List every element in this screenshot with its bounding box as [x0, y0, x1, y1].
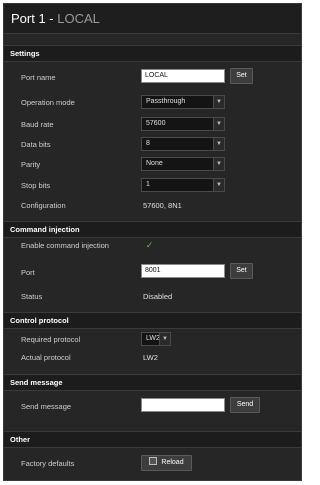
select-value: LW2: [146, 335, 160, 342]
status-value: Disabled: [143, 292, 173, 301]
operation-mode-label: Operation mode: [21, 98, 75, 107]
data-bits-select[interactable]: 8 ▼: [141, 137, 225, 151]
send-message-input[interactable]: [141, 398, 225, 412]
enable-command-injection-checkbox[interactable]: ✓: [145, 241, 154, 250]
chevron-down-icon: ▼: [159, 333, 170, 345]
chevron-down-icon: ▼: [213, 158, 224, 170]
status-label: Status: [21, 292, 43, 301]
chevron-down-icon: ▼: [213, 96, 224, 108]
select-value: Passthrough: [146, 98, 186, 105]
chevron-down-icon: ▼: [213, 118, 224, 130]
stop-bits-label: Stop bits: [21, 181, 51, 190]
port-name-label: Port name: [21, 73, 56, 82]
section-title: Command injection: [10, 225, 80, 234]
operation-mode-select[interactable]: Passthrough ▼: [141, 95, 225, 109]
injection-port-set-button[interactable]: Set: [230, 263, 253, 279]
select-value: 8: [146, 140, 150, 147]
injection-port-input[interactable]: 8001: [141, 264, 225, 278]
parity-select[interactable]: None ▼: [141, 157, 225, 171]
parity-label: Parity: [21, 160, 41, 169]
port-name-set-button[interactable]: Set: [230, 68, 253, 84]
enable-command-injection-label: Enable command injection: [21, 241, 109, 250]
data-bits-label: Data bits: [21, 140, 51, 149]
chevron-down-icon: ▼: [213, 179, 224, 191]
configuration-label: Configuration: [21, 201, 66, 210]
section-control-protocol: Control protocol: [4, 312, 301, 329]
page-title: Port 1 - LOCAL: [11, 11, 100, 26]
title-bar: Port 1 - LOCAL: [4, 4, 301, 34]
section-title: Send message: [10, 378, 63, 387]
required-protocol-label: Required protocol: [21, 335, 81, 344]
check-icon: ✓: [145, 240, 154, 250]
select-value: 1: [146, 181, 150, 188]
factory-defaults-label: Factory defaults: [21, 459, 75, 468]
actual-protocol-label: Actual protocol: [21, 353, 71, 362]
port-title: Port 1 -: [11, 11, 58, 26]
select-value: None: [146, 160, 163, 167]
port-name-title: LOCAL: [57, 11, 100, 26]
reload-button[interactable]: Reload: [141, 455, 192, 471]
baud-rate-label: Baud rate: [21, 120, 54, 129]
select-value: 57600: [146, 120, 166, 127]
port-settings-panel: Port 1 - LOCAL Settings Port name LOCAL …: [3, 3, 302, 481]
section-settings: Settings: [4, 45, 301, 62]
reload-icon: [149, 457, 158, 465]
section-title: Other: [10, 435, 31, 444]
section-title: Settings: [10, 49, 40, 58]
configuration-value: 57600, 8N1: [143, 201, 182, 210]
chevron-down-icon: ▼: [213, 138, 224, 150]
required-protocol-select[interactable]: LW2 ▼: [141, 332, 171, 346]
actual-protocol-value: LW2: [143, 353, 158, 362]
send-message-label: Send message: [21, 402, 72, 411]
reload-button-label: Reload: [161, 459, 184, 466]
section-command-injection: Command injection: [4, 221, 301, 238]
section-send-message: Send message: [4, 374, 301, 391]
port-name-input[interactable]: LOCAL: [141, 69, 225, 83]
port-label: Port: [21, 268, 35, 277]
section-title: Control protocol: [10, 316, 69, 325]
stop-bits-select[interactable]: 1 ▼: [141, 178, 225, 192]
baud-rate-select[interactable]: 57600 ▼: [141, 117, 225, 131]
send-button[interactable]: Send: [230, 397, 260, 413]
section-other: Other: [4, 431, 301, 448]
